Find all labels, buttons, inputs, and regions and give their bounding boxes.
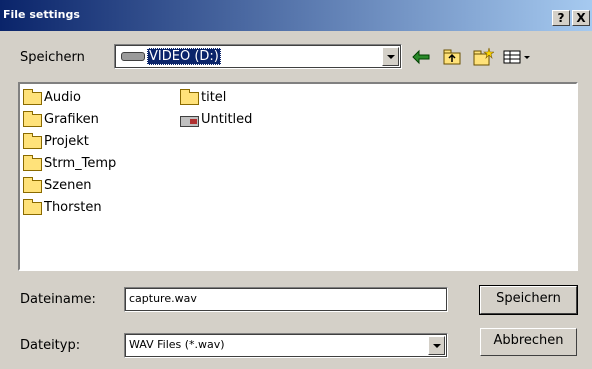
hard-drive-icon — [121, 52, 145, 61]
media-file-icon — [180, 116, 199, 127]
folder-icon — [180, 89, 199, 105]
filetype-label: Dateityp: — [20, 338, 81, 353]
close-button[interactable]: X — [572, 10, 590, 26]
filename-label: Dateiname: — [20, 292, 96, 307]
folder-icon — [23, 111, 42, 127]
filetype-select[interactable]: WAV Files (*.wav) — [124, 333, 448, 358]
help-button[interactable]: ? — [552, 10, 570, 26]
title-bar[interactable]: File settings ? X — [0, 0, 592, 31]
folder-icon — [23, 155, 42, 171]
location-combobox[interactable]: VIDEO (D:) — [114, 44, 402, 69]
save-button[interactable]: Speichern — [479, 285, 578, 315]
window-title: File settings — [3, 8, 80, 21]
filetype-dropdown-button[interactable] — [428, 336, 445, 355]
file-list[interactable]: Audio Grafiken Projekt Strm_Temp Szenen … — [18, 82, 578, 271]
up-folder-icon[interactable] — [442, 47, 462, 67]
folder-icon — [23, 89, 42, 105]
cancel-button[interactable]: Abbrechen — [480, 328, 577, 356]
new-folder-icon[interactable] — [472, 47, 494, 67]
folder-icon — [23, 133, 42, 149]
view-menu-icon[interactable] — [502, 47, 536, 67]
folder-icon — [23, 177, 42, 193]
location-label: Speichern — [20, 50, 85, 65]
location-dropdown-button[interactable] — [382, 47, 399, 66]
selected-drive: VIDEO (D:) — [147, 48, 221, 65]
folder-icon — [23, 199, 42, 215]
back-arrow-icon[interactable] — [411, 47, 431, 67]
filename-input[interactable]: capture.wav — [124, 287, 448, 312]
